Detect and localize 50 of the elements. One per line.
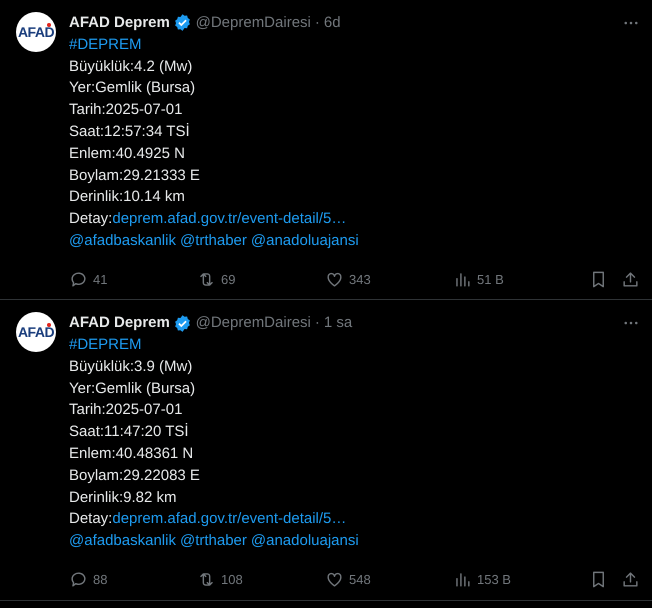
share-icon[interactable]	[621, 570, 640, 590]
post-text-line: Yer:Gemlik (Bursa)	[69, 378, 196, 399]
post-text-line: Saat:11:47:20 TSİ	[69, 422, 190, 442]
speech-bubble-icon	[69, 270, 88, 290]
heart-icon	[325, 570, 344, 590]
repost-count[interactable]: 69	[221, 270, 236, 290]
mention-link[interactable]: @afadbaskanlik	[69, 530, 176, 552]
post-text-line: Tarih:2025-07-01	[69, 400, 184, 420]
speech-bubble-icon	[69, 570, 88, 590]
post-text-line: Boylam:29.22083 E	[69, 466, 201, 486]
post-text-line: Büyüklük:4.2 (Mw)	[69, 56, 194, 77]
view-count[interactable]: 51 B	[477, 270, 504, 290]
reply-count[interactable]: 88	[93, 570, 108, 590]
reply-count[interactable]: 41	[93, 270, 108, 290]
avatar[interactable]: AFAD	[16, 312, 56, 352]
post-text-line: Tarih:2025-07-01	[69, 100, 184, 120]
author-name[interactable]: AFAD Deprem	[69, 12, 170, 34]
repost-count[interactable]: 108	[221, 570, 243, 590]
hashtag-link[interactable]: #DEPREM	[69, 34, 142, 56]
post-text: Detay:	[69, 209, 112, 230]
post-text: Detay:	[69, 509, 112, 530]
post-text-line: Derinlik:9.82 km	[69, 488, 178, 508]
mention-link[interactable]: @anadoluajansi	[250, 230, 359, 252]
url-link[interactable]: deprem.afad.gov.tr/event-detail/5…	[112, 208, 346, 230]
separator-dot: ·	[314, 313, 320, 334]
mention-link[interactable]: @trthaber	[180, 530, 247, 552]
share-icon[interactable]	[621, 270, 640, 290]
post-text-line: Derinlik:10.14 km	[69, 187, 186, 208]
url-link[interactable]: deprem.afad.gov.tr/event-detail/5…	[112, 508, 346, 530]
author-handle[interactable]: @DepremDairesi	[196, 312, 311, 334]
avatar[interactable]: AFAD	[16, 12, 56, 52]
post-text-line: Saat:12:57:34 TSİ	[69, 122, 191, 142]
heart-icon	[325, 270, 344, 290]
post-text-line: Yer:Gemlik (Bursa)	[69, 78, 196, 98]
mention-link[interactable]: @afadbaskanlik	[69, 230, 176, 252]
like-count[interactable]: 343	[349, 270, 371, 290]
author-handle[interactable]: @DepremDairesi	[196, 12, 311, 34]
separator-dot: ·	[314, 13, 320, 33]
post-time[interactable]: 1 sa	[324, 312, 352, 334]
like-count[interactable]: 548	[349, 570, 371, 590]
post-text-line: Büyüklük:3.9 (Mw)	[69, 356, 194, 377]
author-name[interactable]: AFAD Deprem	[69, 312, 170, 334]
mention-link[interactable]: @anadoluajansi	[250, 530, 359, 552]
post-time[interactable]: 6d	[324, 12, 341, 34]
post-text-line: Enlem:40.48361 N	[69, 444, 194, 464]
hashtag-link[interactable]: #DEPREM	[69, 334, 142, 356]
post-text-line: Enlem:40.4925 N	[69, 144, 186, 164]
view-count[interactable]: 153 B	[477, 570, 511, 590]
post-text-line: Boylam:29.21333 E	[69, 166, 201, 186]
mention-link[interactable]: @trthaber	[180, 230, 247, 252]
